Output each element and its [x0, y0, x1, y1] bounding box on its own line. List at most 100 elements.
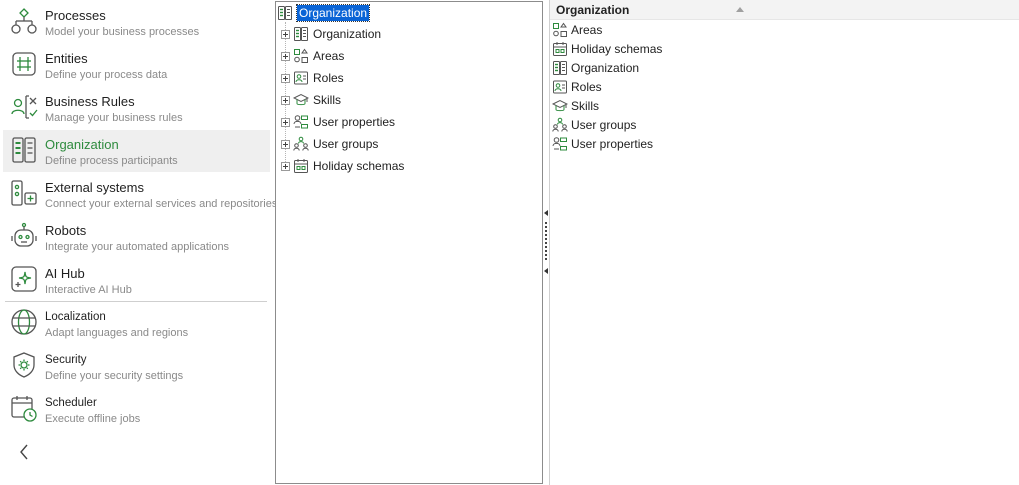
areas-icon: [294, 48, 308, 63]
tree-node-label: User groups: [313, 137, 379, 151]
expand-plus-icon[interactable]: [281, 117, 290, 127]
tree-node-label: Areas: [313, 49, 345, 63]
user-properties-icon: [552, 137, 567, 151]
holiday-calendar-icon: [294, 159, 308, 173]
tree-node-label: User properties: [313, 115, 396, 129]
list-item-areas[interactable]: Areas: [552, 21, 602, 39]
list-item-label: Areas: [571, 23, 603, 37]
nav-item-title: Entities: [45, 51, 88, 66]
tree-node-label: Skills: [313, 93, 342, 107]
nav-item-subtitle: Define your process data: [45, 69, 168, 81]
tree-node-label: Roles: [313, 71, 344, 85]
skills-icon: [552, 99, 568, 112]
external-systems-icon: [11, 180, 37, 206]
tree-node-organization[interactable]: Organization: [281, 25, 381, 43]
sidebar-navigation: Processes Model your business processes …: [0, 0, 277, 485]
organization-icon: [278, 6, 292, 20]
holiday-calendar-icon: [553, 42, 567, 56]
tree-node-roles[interactable]: Roles: [281, 69, 344, 87]
organization-icon: [12, 137, 36, 163]
chevron-left-icon[interactable]: [14, 442, 34, 462]
list-item-user-properties[interactable]: User properties: [552, 135, 653, 153]
list-item-skills[interactable]: Skills: [552, 97, 599, 115]
column-header-label: Organization: [556, 3, 630, 17]
nav-item-title: Business Rules: [45, 94, 135, 109]
business-rules-icon: [11, 95, 38, 119]
roles-icon: [553, 80, 567, 94]
list-item-label: User groups: [571, 118, 637, 132]
user-groups-icon: [552, 117, 568, 132]
entity-grid-icon: [12, 52, 36, 76]
collapse-left-arrow-icon[interactable]: [544, 210, 548, 216]
column-header-organization[interactable]: Organization: [550, 0, 1019, 20]
tree-node-skills[interactable]: Skills: [281, 91, 341, 109]
nav-item-ai-hub[interactable]: AI Hub Interactive AI Hub: [3, 259, 270, 301]
nav-item-business-rules[interactable]: Business Rules Manage your business rule…: [3, 87, 270, 129]
expand-plus-icon[interactable]: [281, 73, 290, 83]
collapse-left-arrow-icon[interactable]: [544, 268, 548, 274]
nav-item-title: External systems: [45, 180, 144, 195]
list-item-label: User properties: [571, 137, 654, 151]
organization-icon: [553, 61, 567, 75]
nav-item-subtitle: Define your security settings: [45, 370, 184, 382]
nav-item-organization[interactable]: Organization Define process participants: [3, 130, 270, 172]
expand-plus-icon[interactable]: [281, 95, 290, 105]
list-item-organization[interactable]: Organization: [552, 59, 639, 77]
list-item-label: Organization: [571, 61, 640, 75]
nav-item-processes[interactable]: Processes Model your business processes: [3, 1, 270, 43]
nav-item-subtitle: Model your business processes: [45, 26, 200, 38]
tree-node-user-groups[interactable]: User groups: [281, 135, 378, 153]
expand-plus-icon[interactable]: [281, 161, 290, 171]
skills-icon: [293, 93, 309, 106]
items-list-view: Organization Areas Holiday schemas Organ…: [549, 0, 1019, 485]
robot-icon: [11, 222, 37, 247]
tree-node-holiday-schemas[interactable]: Holiday schemas: [281, 157, 404, 175]
nav-item-subtitle: Manage your business rules: [45, 112, 183, 124]
nav-item-title: Security: [45, 354, 87, 366]
nav-item-scheduler[interactable]: Scheduler Execute offline jobs: [3, 388, 270, 430]
nav-item-title: Organization: [45, 137, 119, 152]
nav-item-title: Localization: [45, 311, 106, 323]
scheduler-clock-icon: [11, 396, 37, 422]
list-item-roles[interactable]: Roles: [552, 78, 602, 96]
user-groups-icon: [293, 136, 309, 151]
roles-icon: [294, 71, 308, 85]
nav-item-robots[interactable]: Robots Integrate your automated applicat…: [3, 216, 270, 258]
nav-item-subtitle: Integrate your automated applications: [45, 241, 230, 253]
nav-item-external-systems[interactable]: External systems Connect your external s…: [3, 173, 277, 215]
globe-icon: [11, 309, 37, 335]
nav-item-subtitle: Interactive AI Hub: [45, 284, 132, 296]
user-properties-icon: [293, 115, 308, 129]
process-flow-icon: [11, 8, 37, 34]
nav-item-title: AI Hub: [45, 266, 85, 281]
nav-item-title: Scheduler: [45, 397, 97, 409]
tree-root-organization[interactable]: Organization: [277, 4, 371, 22]
list-item-label: Skills: [571, 99, 600, 113]
organization-tree: Organization Organization Areas Roles Sk…: [275, 1, 543, 484]
nav-item-subtitle: Connect your external services and repos…: [45, 198, 278, 210]
expand-plus-icon[interactable]: [281, 139, 290, 149]
nav-item-title: Processes: [45, 8, 106, 23]
tree-node-user-properties[interactable]: User properties: [281, 113, 395, 131]
tree-node-areas[interactable]: Areas: [281, 47, 344, 65]
tree-root-label: Organization: [295, 4, 371, 22]
expand-plus-icon[interactable]: [281, 29, 290, 39]
expand-plus-icon[interactable]: [281, 51, 290, 61]
nav-item-subtitle: Execute offline jobs: [45, 413, 141, 425]
list-item-label: Roles: [571, 80, 602, 94]
nav-item-subtitle: Adapt languages and regions: [45, 327, 189, 339]
tree-node-label: Holiday schemas: [313, 159, 405, 173]
nav-item-title: Robots: [45, 223, 87, 238]
organization-icon: [294, 27, 308, 41]
sort-ascending-icon: [736, 7, 744, 12]
nav-item-subtitle: Define process participants: [45, 155, 178, 167]
nav-item-entities[interactable]: Entities Define your process data: [3, 44, 270, 86]
list-item-holiday-schemas[interactable]: Holiday schemas: [552, 40, 662, 58]
list-item-user-groups[interactable]: User groups: [552, 116, 636, 134]
list-item-label: Holiday schemas: [571, 42, 663, 56]
ai-sparkle-icon: [11, 266, 37, 292]
nav-item-security[interactable]: Security Define your security settings: [3, 345, 270, 387]
nav-item-localization[interactable]: Localization Adapt languages and regions: [3, 302, 270, 344]
areas-icon: [553, 22, 567, 37]
drag-handle-icon[interactable]: [545, 222, 547, 260]
